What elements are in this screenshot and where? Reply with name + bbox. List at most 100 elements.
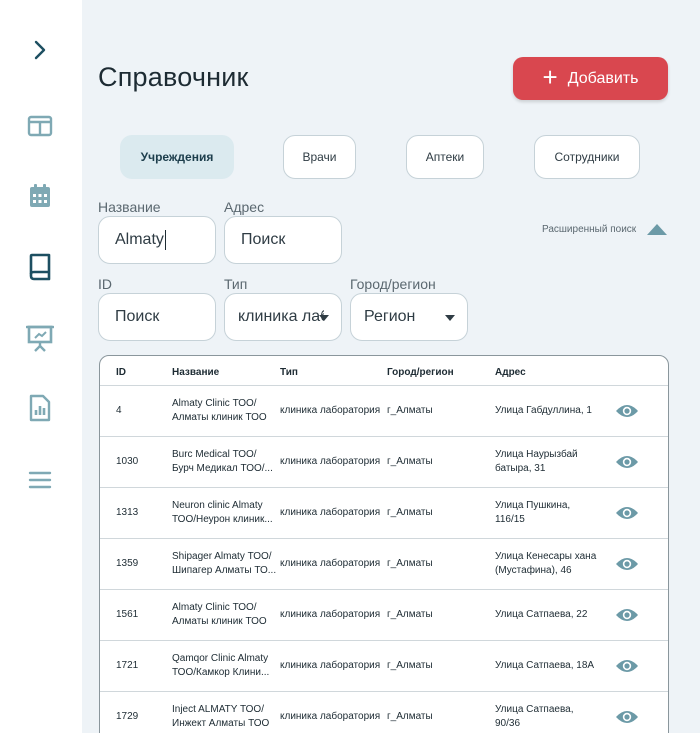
type-filter-select[interactable]: клиника лаборатория (224, 293, 342, 341)
address-filter-placeholder: Поиск (241, 231, 286, 248)
cell-name-line2: Инжект Алматы ТОО (172, 718, 270, 729)
advanced-search-label[interactable]: Расширенный поиск (542, 224, 636, 235)
cell-city: г_Алматы (387, 557, 433, 571)
cell-name-line2: Бурч Медикал ТОО/... (172, 463, 273, 474)
cell-name-line1: Neuron clinic Almaty (172, 500, 263, 511)
address-filter-label: Адрес (224, 199, 265, 215)
cell-type: клиника лаборатория (280, 710, 380, 724)
view-eye-icon[interactable] (615, 505, 639, 521)
cell-city: г_Алматы (387, 506, 433, 520)
view-eye-icon[interactable] (615, 403, 639, 419)
view-eye-icon[interactable] (615, 607, 639, 623)
view-eye-icon[interactable] (615, 709, 639, 725)
column-header-address[interactable]: Адрес (495, 367, 526, 378)
name-filter-value: Almaty (115, 231, 164, 248)
cell-city-text: г_Алматы (387, 660, 433, 671)
text-cursor (164, 230, 166, 250)
page-title: Справочник (98, 62, 249, 92)
calendar-icon[interactable] (26, 182, 54, 210)
cell-type-text: клиника лаборатория (280, 558, 381, 569)
cell-city-text: г_Алматы (387, 609, 433, 620)
cell-address-line2: (Мустафина), 46 (495, 565, 572, 576)
table-row[interactable]: 1729 Inject ALMATY ТОО/Инжект Алматы ТОО к… (100, 692, 668, 733)
cell-id: 4 (116, 404, 122, 418)
table-header: ID Название Тип Город/регион Адрес (100, 356, 668, 386)
cell-type-text: клиника лаборатория (280, 456, 381, 467)
cell-name-line2: Алматы клиник ТОО (172, 412, 267, 423)
main-content: Справочник + Добавить Учреждения Врачи А… (82, 0, 700, 733)
column-header-name[interactable]: Название (172, 367, 219, 378)
cell-type: клиника лаборатория (280, 404, 380, 418)
cell-id-text: 1561 (116, 609, 139, 620)
cell-address: Улица Пушкина, 116/15 (495, 499, 570, 527)
chevron-right-icon[interactable] (26, 36, 54, 64)
tab-doctors[interactable]: Врачи (283, 135, 356, 179)
cell-id: 1030 (116, 455, 138, 469)
cell-name-line2: ТОО/Камкор Клини... (172, 667, 270, 678)
cell-name-line2: Шипагер Алматы ТО... (172, 565, 277, 576)
cell-city: г_Алматы (387, 455, 433, 469)
cell-id: 1721 (116, 659, 138, 673)
add-button[interactable]: + Добавить (513, 57, 668, 100)
cell-type: клиника лаборатория (280, 659, 380, 673)
table-row[interactable]: 4 Almaty Clinic ТОО/Алматы клиник ТОО клин… (100, 386, 668, 437)
cell-type: клиника лаборатория (280, 455, 380, 469)
view-eye-icon[interactable] (615, 556, 639, 572)
cell-address: Улица Сатпаева, 90/36 (495, 703, 574, 731)
cell-type: клиника лаборатория (280, 506, 380, 520)
table-row[interactable]: 1313 Neuron clinic Almaty ТОО/Неурон клини… (100, 488, 668, 539)
cell-name-line1: Shipager Almaty ТОО/ (172, 551, 272, 562)
cell-id: 1313 (116, 506, 138, 520)
report-icon[interactable] (26, 394, 54, 422)
layout-icon[interactable] (26, 112, 54, 140)
name-filter-label: Название (98, 199, 161, 215)
tab-institutions[interactable]: Учреждения (120, 135, 234, 179)
cell-city-text: г_Алматы (387, 558, 433, 569)
address-filter-input[interactable]: Поиск (224, 216, 342, 264)
view-eye-icon[interactable] (615, 454, 639, 470)
cell-id-text: 1729 (116, 711, 139, 722)
book-icon[interactable] (26, 253, 54, 281)
tab-employees[interactable]: Сотрудники (534, 135, 640, 179)
cell-address-line2: батыра, 31 (495, 463, 546, 474)
table-row[interactable]: 1721 Qamqor Clinic Almaty ТОО/Камкор Клини… (100, 641, 668, 692)
cell-type-text: клиника лаборатория (280, 609, 381, 620)
column-header-type[interactable]: Тип (280, 367, 298, 378)
name-filter-input[interactable]: Almaty (98, 216, 216, 264)
table-row[interactable]: 1359 Shipager Almaty ТОО/Шипагер Алматы Т… (100, 539, 668, 590)
add-button-label: Добавить (567, 69, 639, 87)
cell-id: 1359 (116, 557, 138, 571)
cell-id-text: 1359 (116, 558, 139, 569)
cell-city: г_Алматы (387, 608, 433, 622)
cell-name-line1: Burc Medical ТОО/ (172, 449, 257, 460)
city-filter-value: Регион (364, 308, 416, 325)
cell-name-line1: Almaty Clinic ТОО/ (172, 602, 257, 613)
cell-address: Улица Наурызбай батыра, 31 (495, 448, 578, 476)
id-filter-input[interactable]: Поиск (98, 293, 216, 341)
cell-name: Neuron clinic Almaty ТОО/Неурон клиник... (172, 499, 273, 527)
column-header-city[interactable]: Город/регион (387, 367, 454, 378)
cell-address-line1: Улица Габдуллина, 1 (495, 405, 592, 416)
cell-city: г_Алматы (387, 659, 433, 673)
city-filter-select[interactable]: Регион (350, 293, 468, 341)
type-filter-value: клиника лаборатория (238, 308, 324, 325)
tab-pharmacies[interactable]: Аптеки (406, 135, 484, 179)
cell-id: 1729 (116, 710, 138, 724)
table-row[interactable]: 1561 Almaty Clinic ТОО/Алматы клиник ТОО к… (100, 590, 668, 641)
column-header-id[interactable]: ID (116, 367, 126, 378)
menu-icon[interactable] (26, 466, 54, 494)
cell-name-line1: Qamqor Clinic Almaty (172, 653, 269, 664)
cell-city-text: г_Алматы (387, 405, 433, 416)
cell-city-text: г_Алматы (387, 456, 433, 467)
view-eye-icon[interactable] (615, 658, 639, 674)
collapse-arrow-icon[interactable] (647, 224, 667, 235)
cell-id-text: 1030 (116, 456, 139, 467)
cell-address-line2: 90/36 (495, 718, 521, 729)
cell-address-line2: 116/15 (495, 514, 525, 525)
cell-city: г_Алматы (387, 404, 433, 418)
presentation-icon[interactable] (26, 324, 54, 352)
table-row[interactable]: 1030 Burc Medical ТОО/Бурч Медикал ТОО/..… (100, 437, 668, 488)
cell-id: 1561 (116, 608, 138, 622)
institutions-table: ID Название Тип Город/регион Адрес 4 Alma… (99, 355, 669, 733)
type-filter-label: Тип (224, 276, 248, 292)
